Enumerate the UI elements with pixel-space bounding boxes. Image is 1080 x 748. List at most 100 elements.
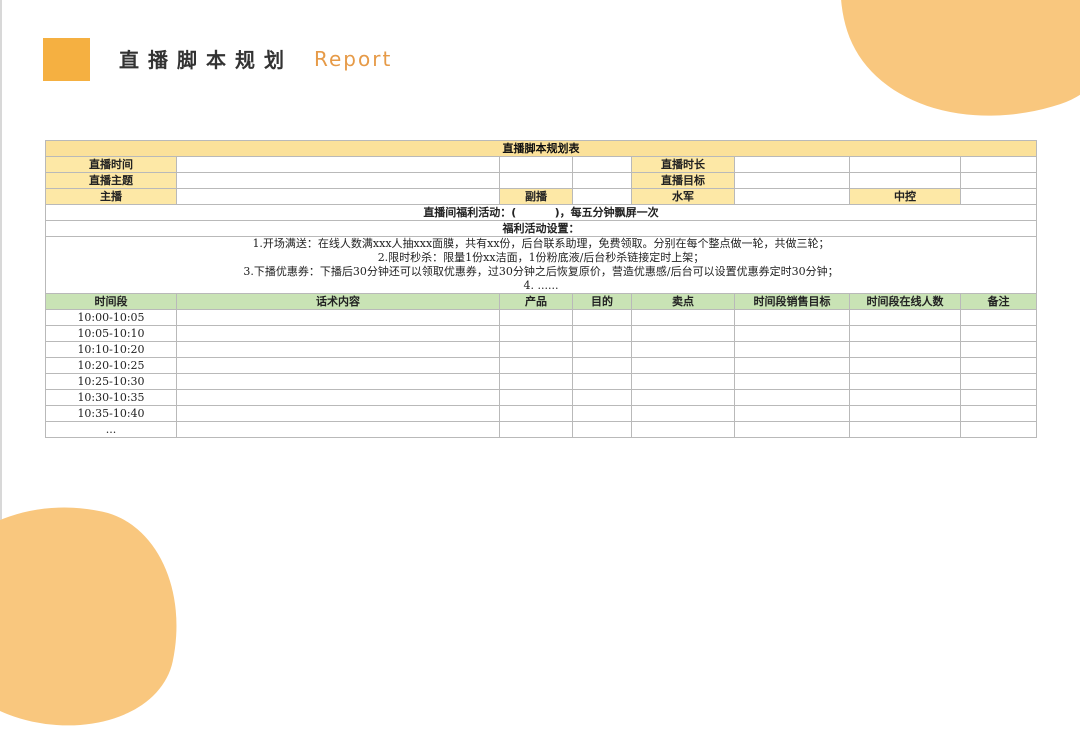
table-cell[interactable] [734,341,850,358]
table-cell[interactable] [849,389,961,406]
table-cell[interactable] [960,389,1037,406]
table-cell[interactable] [499,341,573,358]
label-shill: 水军 [631,188,735,205]
table-cell[interactable] [631,341,735,358]
table-row: 10:10-10:20 [45,341,1037,358]
table-cell[interactable] [499,309,573,326]
table-cell[interactable] [960,341,1037,358]
cell-blank[interactable] [960,156,1037,173]
input-live-duration[interactable] [734,156,850,173]
cell-blank[interactable] [499,172,573,189]
rule-item: 3.下播优惠券：下播后30分钟还可以领取优惠券，过30分钟之后恢复原价，营造优惠… [243,265,839,278]
table-cell[interactable] [572,341,632,358]
table-cell[interactable] [572,357,632,374]
input-host[interactable] [176,188,500,205]
table-cell[interactable] [572,373,632,390]
table-cell[interactable] [734,405,850,422]
cell-blank[interactable] [849,156,961,173]
cell-blank[interactable] [572,156,632,173]
table-cell[interactable] [849,341,961,358]
table-cell[interactable] [849,325,961,342]
table-cell[interactable] [960,357,1037,374]
table-cell[interactable] [499,373,573,390]
table-cell[interactable] [572,389,632,406]
table-cell[interactable] [849,309,961,326]
table-cell[interactable] [734,309,850,326]
input-shill[interactable] [734,188,850,205]
table-cell[interactable] [176,357,500,374]
input-live-target[interactable] [734,172,850,189]
decorative-blob-top-right [805,0,1080,160]
table-cell[interactable] [176,389,500,406]
time-slot-cell: 10:35-10:40 [45,405,177,422]
table-cell[interactable] [960,325,1037,342]
cell-blank[interactable] [572,172,632,189]
table-row: 10:25-10:30 [45,373,1037,390]
table-cell[interactable] [631,357,735,374]
table-cell[interactable] [631,405,735,422]
rule-item: 1.开场满送：在线人数满xxx人抽xxx面膜，共有xx份，后台联系助理，免费领取… [252,237,830,251]
table-cell[interactable] [631,325,735,342]
column-header-selling-point: 卖点 [631,293,735,310]
live-script-plan-table: 直播脚本规划表 直播时间 直播时长 直播主题 直播目标 主播 副播 水军 中控 … [45,140,1037,438]
table-cell[interactable] [499,421,573,438]
table-cell[interactable] [734,389,850,406]
label-co-host: 副播 [499,188,573,205]
table-cell[interactable] [960,309,1037,326]
page-edge [0,0,2,604]
table-cell[interactable] [572,325,632,342]
input-live-theme[interactable] [176,172,500,189]
column-header-product: 产品 [499,293,573,310]
table-cell[interactable] [572,405,632,422]
table-cell[interactable] [176,421,500,438]
cell-blank[interactable] [849,172,961,189]
table-cell[interactable] [960,373,1037,390]
table-cell[interactable] [849,405,961,422]
label-live-duration: 直播时长 [631,156,735,173]
table-cell[interactable] [572,421,632,438]
table-row: 10:05-10:10 [45,325,1037,342]
cell-blank[interactable] [499,156,573,173]
table-cell[interactable] [176,373,500,390]
table-cell[interactable] [631,389,735,406]
label-live-target: 直播目标 [631,172,735,189]
table-cell[interactable] [849,373,961,390]
table-cell[interactable] [734,325,850,342]
table-cell[interactable] [499,389,573,406]
table-cell[interactable] [631,421,735,438]
table-cell[interactable] [960,405,1037,422]
table-row: 10:30-10:35 [45,389,1037,406]
table-cell[interactable] [734,421,850,438]
title-accent-square [43,38,90,81]
table-cell[interactable] [176,341,500,358]
table-cell[interactable] [734,357,850,374]
table-cell[interactable] [572,309,632,326]
time-slot-cell: ... [45,421,177,438]
input-controller[interactable] [960,188,1037,205]
decorative-blob-bottom-left [0,480,201,748]
table-cell[interactable] [631,373,735,390]
table-cell[interactable] [499,325,573,342]
page-title: 直播脚本规划 [119,48,293,72]
table-cell[interactable] [849,357,961,374]
table-cell[interactable] [176,405,500,422]
table-cell[interactable] [176,325,500,342]
input-co-host[interactable] [572,188,632,205]
table-cell[interactable] [631,309,735,326]
table-cell[interactable] [499,405,573,422]
table-cell[interactable] [734,373,850,390]
table-cell[interactable] [960,421,1037,438]
welfare-activity-line: 直播间福利活动：( )，每五分钟飘屏一次 [45,204,1037,221]
table-cell[interactable] [176,309,500,326]
time-slot-cell: 10:30-10:35 [45,389,177,406]
table-row: 10:00-10:05 [45,309,1037,326]
table-row: ... [45,421,1037,438]
table-cell[interactable] [849,421,961,438]
table-cell[interactable] [499,357,573,374]
time-slot-cell: 10:20-10:25 [45,357,177,374]
label-live-time: 直播时间 [45,156,177,173]
column-header-time-slot: 时间段 [45,293,177,310]
cell-blank[interactable] [960,172,1037,189]
rule-item: 2.限时秒杀：限量1份xx洁面，1份粉底液/后台秒杀链接定时上架； [377,251,705,264]
input-live-time[interactable] [176,156,500,173]
